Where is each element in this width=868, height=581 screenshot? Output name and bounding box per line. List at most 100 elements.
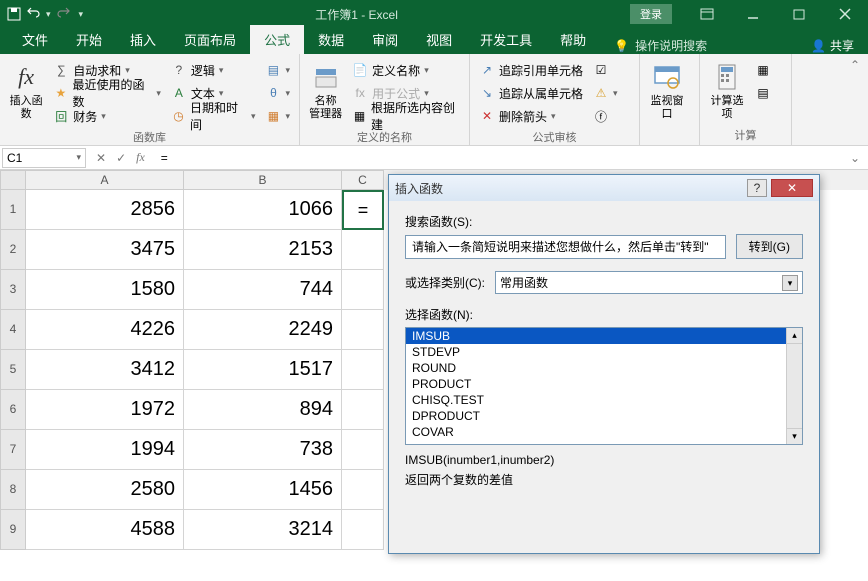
cell[interactable]: 1066 <box>184 190 342 230</box>
function-item[interactable]: IMSUB <box>406 328 802 344</box>
scroll-up-icon[interactable]: ▴ <box>787 328 802 344</box>
collapse-ribbon-icon[interactable]: ⌃ <box>850 58 860 72</box>
confirm-icon[interactable]: ✓ <box>116 151 126 165</box>
evaluate-button[interactable]: ⓕ <box>590 105 621 127</box>
cell[interactable]: 1972 <box>26 390 184 430</box>
go-button[interactable]: 转到(G) <box>736 234 803 259</box>
cell[interactable] <box>342 390 384 430</box>
undo-dropdown-icon[interactable]: ▾ <box>46 9 51 20</box>
show-formula-button[interactable]: ☑ <box>590 59 621 81</box>
row-header[interactable]: 3 <box>0 270 26 310</box>
define-name-button[interactable]: 📄定义名称▾ <box>349 59 463 81</box>
cell[interactable]: 738 <box>184 430 342 470</box>
maximize-icon[interactable] <box>776 0 822 28</box>
cell[interactable]: 4588 <box>26 510 184 550</box>
cell[interactable]: 1456 <box>184 470 342 510</box>
cell[interactable] <box>342 430 384 470</box>
col-header-A[interactable]: A <box>26 170 184 190</box>
tell-me-search[interactable]: 💡 操作说明搜索 <box>600 37 721 54</box>
cell[interactable]: 1994 <box>26 430 184 470</box>
scroll-down-icon[interactable]: ▾ <box>787 428 802 444</box>
select-all-corner[interactable] <box>0 170 26 190</box>
chevron-down-icon[interactable]: ▾ <box>782 275 798 291</box>
namebox-dropdown-icon[interactable]: ▾ <box>76 152 81 163</box>
tab-view[interactable]: 视图 <box>412 25 466 54</box>
tab-layout[interactable]: 页面布局 <box>170 25 250 54</box>
ribbon-opts-icon[interactable] <box>684 0 730 28</box>
function-item[interactable]: STDEVP <box>406 344 802 360</box>
row-header[interactable]: 7 <box>0 430 26 470</box>
insert-function-button[interactable]: fx 插入函数 <box>6 57 46 127</box>
cell[interactable]: 3475 <box>26 230 184 270</box>
cell[interactable]: 4226 <box>26 310 184 350</box>
cell[interactable] <box>342 230 384 270</box>
row-header[interactable]: 6 <box>0 390 26 430</box>
function-item[interactable]: ROUND <box>406 360 802 376</box>
expand-bar-icon[interactable]: ⌄ <box>842 151 868 165</box>
function-item[interactable]: CHISQ.TEST <box>406 392 802 408</box>
cell[interactable] <box>342 310 384 350</box>
finance-button[interactable]: 回财务▾ <box>50 105 164 127</box>
remove-arrows-button[interactable]: ✕删除箭头▾ <box>476 105 586 127</box>
cell[interactable]: 2249 <box>184 310 342 350</box>
cell[interactable]: 2856 <box>26 190 184 230</box>
error-check-button[interactable]: ⚠▾ <box>590 82 621 104</box>
cell[interactable]: 1580 <box>26 270 184 310</box>
fx-button-icon[interactable]: fx <box>136 150 145 165</box>
search-input[interactable] <box>405 235 726 259</box>
share-button[interactable]: 👤 共享 <box>797 37 868 54</box>
row-header[interactable]: 4 <box>0 310 26 350</box>
row-header[interactable]: 2 <box>0 230 26 270</box>
tab-help[interactable]: 帮助 <box>546 25 600 54</box>
calc-options-button[interactable]: 计算选项 <box>706 57 748 125</box>
cell[interactable]: 894 <box>184 390 342 430</box>
save-icon[interactable] <box>6 6 22 22</box>
redo-icon[interactable] <box>55 6 71 22</box>
dialog-help-icon[interactable]: ? <box>747 179 767 197</box>
login-button[interactable]: 登录 <box>630 4 672 24</box>
calc-now-button[interactable]: ▦ <box>752 59 774 81</box>
create-from-sel-button[interactable]: ▦根据所选内容创建 <box>349 105 463 127</box>
cell[interactable]: 1517 <box>184 350 342 390</box>
cell[interactable]: 2153 <box>184 230 342 270</box>
function-item[interactable]: PRODUCT <box>406 376 802 392</box>
cell[interactable]: = <box>342 190 384 230</box>
cell[interactable]: 2580 <box>26 470 184 510</box>
category-select[interactable]: 常用函数 ▾ <box>495 271 803 294</box>
cancel-icon[interactable]: ✕ <box>96 151 106 165</box>
name-box[interactable]: C1 ▾ <box>2 148 86 168</box>
recent-button[interactable]: ★最近使用的函数▾ <box>50 82 164 104</box>
row-header[interactable]: 8 <box>0 470 26 510</box>
lookup-button[interactable]: ▤▾ <box>262 59 293 81</box>
more-fn-button[interactable]: ▦▾ <box>262 105 293 127</box>
function-item[interactable]: DPRODUCT <box>406 408 802 424</box>
spreadsheet-grid[interactable]: A B C 128561066=234752153315807444422622… <box>0 170 868 581</box>
function-item[interactable]: COVAR <box>406 424 802 440</box>
tab-data[interactable]: 数据 <box>304 25 358 54</box>
scrollbar[interactable]: ▴ ▾ <box>786 328 802 444</box>
cell[interactable] <box>342 470 384 510</box>
cell[interactable] <box>342 510 384 550</box>
tab-home[interactable]: 开始 <box>62 25 116 54</box>
math-button[interactable]: θ▾ <box>262 82 293 104</box>
calc-sheet-button[interactable]: ▤ <box>752 82 774 104</box>
tab-review[interactable]: 审阅 <box>358 25 412 54</box>
tab-dev[interactable]: 开发工具 <box>466 25 546 54</box>
tab-formula[interactable]: 公式 <box>250 25 304 54</box>
name-manager-button[interactable]: 名称 管理器 <box>306 57 345 127</box>
cell[interactable]: 3214 <box>184 510 342 550</box>
cell[interactable]: 744 <box>184 270 342 310</box>
tab-file[interactable]: 文件 <box>8 25 62 54</box>
datetime-button[interactable]: ◷日期和时间▾ <box>168 105 259 127</box>
formula-input[interactable]: = <box>155 149 842 167</box>
cell[interactable] <box>342 350 384 390</box>
row-header[interactable]: 9 <box>0 510 26 550</box>
tab-insert[interactable]: 插入 <box>116 25 170 54</box>
cell[interactable]: 3412 <box>26 350 184 390</box>
trace-prec-button[interactable]: ↗追踪引用单元格 <box>476 59 586 81</box>
function-list[interactable]: IMSUBSTDEVPROUNDPRODUCTCHISQ.TESTDPRODUC… <box>405 327 803 445</box>
watch-window-button[interactable]: 监视窗口 <box>646 57 688 141</box>
minimize-icon[interactable] <box>730 0 776 28</box>
col-header-B[interactable]: B <box>184 170 342 190</box>
cell[interactable] <box>342 270 384 310</box>
